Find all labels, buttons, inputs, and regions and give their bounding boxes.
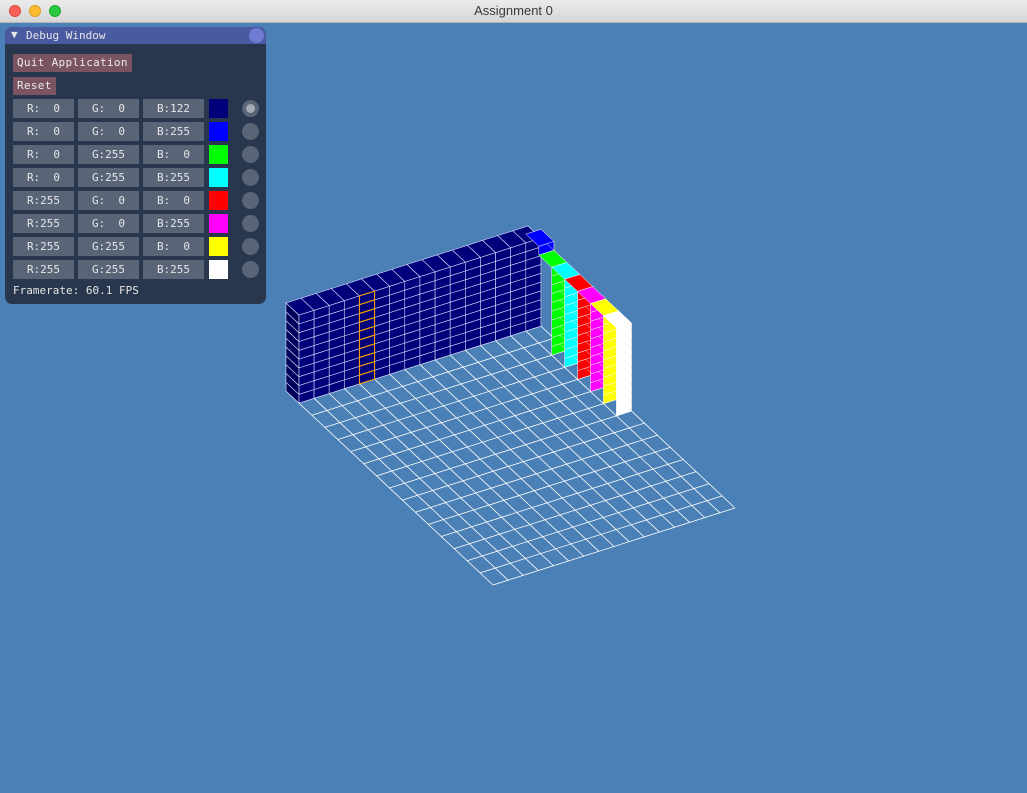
floor-grid-line [479, 495, 723, 574]
red-value-field[interactable]: R: 0 [13, 122, 74, 141]
title-bar: Assignment 0 [0, 0, 1027, 23]
green-value-field[interactable]: G:255 [78, 237, 139, 256]
color-swatch[interactable] [209, 99, 228, 118]
blue-value-field[interactable]: B:255 [143, 122, 204, 141]
color-select-radio[interactable] [242, 100, 259, 117]
red-value-field[interactable]: R: 0 [13, 168, 74, 187]
3d-viewport[interactable]: ▼ Debug Window Quit Application Reset R:… [0, 23, 1027, 793]
red-value-field[interactable]: R:255 [13, 260, 74, 279]
blue-value-field[interactable]: B:255 [143, 260, 204, 279]
color-swatch[interactable] [209, 260, 228, 279]
green-value-field[interactable]: G:255 [78, 145, 139, 164]
window-title: Assignment 0 [474, 3, 553, 18]
red-value-field[interactable]: R: 0 [13, 145, 74, 164]
red-value-field[interactable]: R: 0 [13, 99, 74, 118]
color-row: R:255 G:255 B: 0 [13, 237, 263, 256]
color-select-radio[interactable] [242, 146, 259, 163]
color-swatch[interactable] [209, 237, 228, 256]
blue-value-field[interactable]: B: 0 [143, 191, 204, 210]
floor-grid-line [492, 507, 736, 586]
floor-grid-line [415, 434, 658, 513]
color-row: R:255 G: 0 B: 0 [13, 191, 263, 210]
color-swatch[interactable] [209, 191, 228, 210]
debug-window-close-button[interactable] [249, 28, 264, 43]
color-select-radio[interactable] [242, 215, 259, 232]
color-row: R: 0 G: 0 B:122 [13, 99, 263, 118]
color-swatch[interactable] [209, 122, 228, 141]
color-select-radio[interactable] [242, 261, 259, 278]
color-swatch[interactable] [209, 145, 228, 164]
debug-window-title-bar[interactable]: ▼ Debug Window [5, 27, 266, 44]
floor-grid-line [441, 459, 684, 537]
debug-window[interactable]: ▼ Debug Window Quit Application Reset R:… [5, 27, 266, 304]
floor-grid-line [402, 422, 645, 501]
blue-value-field[interactable]: B:122 [143, 99, 204, 118]
color-row: R:255 G:255 B:255 [13, 260, 263, 279]
green-value-field[interactable]: G:255 [78, 168, 139, 187]
quit-application-button[interactable]: Quit Application [13, 54, 132, 72]
blue-value-field[interactable]: B:255 [143, 168, 204, 187]
green-value-field[interactable]: G: 0 [78, 122, 139, 141]
color-swatch[interactable] [209, 214, 228, 233]
framerate-label: Framerate: 60.1 FPS [13, 284, 139, 297]
color-select-radio[interactable] [242, 123, 259, 140]
debug-window-title: Debug Window [26, 29, 106, 42]
red-value-field[interactable]: R:255 [13, 214, 74, 233]
blue-value-field[interactable]: B: 0 [143, 237, 204, 256]
color-row: R: 0 G:255 B: 0 [13, 145, 263, 164]
color-select-radio[interactable] [242, 238, 259, 255]
color-select-radio[interactable] [242, 169, 259, 186]
floor-grid-line [454, 471, 697, 550]
green-value-field[interactable]: G: 0 [78, 191, 139, 210]
color-select-radio[interactable] [242, 192, 259, 209]
floor-grid-line [467, 483, 710, 562]
green-value-field[interactable]: G: 0 [78, 99, 139, 118]
color-swatch[interactable] [209, 168, 228, 187]
floor-grid-line [428, 446, 671, 525]
color-row: R: 0 G: 0 B:255 [13, 122, 263, 141]
red-value-field[interactable]: R:255 [13, 191, 74, 210]
color-row: R: 0 G:255 B:255 [13, 168, 263, 187]
blue-value-field[interactable]: B:255 [143, 214, 204, 233]
floor-grid-line [389, 410, 632, 489]
reset-button[interactable]: Reset [13, 77, 56, 95]
collapse-triangle-icon[interactable]: ▼ [11, 28, 18, 41]
green-value-field[interactable]: G:255 [78, 260, 139, 279]
color-row: R:255 G: 0 B:255 [13, 214, 263, 233]
green-value-field[interactable]: G: 0 [78, 214, 139, 233]
blue-value-field[interactable]: B: 0 [143, 145, 204, 164]
red-value-field[interactable]: R:255 [13, 237, 74, 256]
